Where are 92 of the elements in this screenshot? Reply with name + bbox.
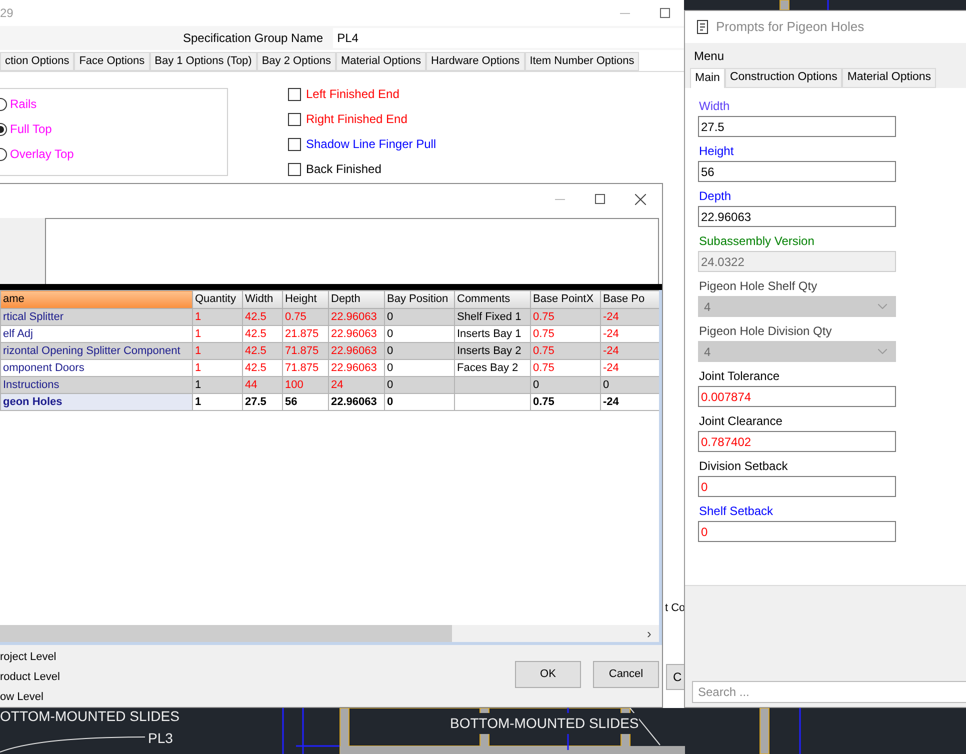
checkbox-label: Left Finished End [306, 86, 400, 103]
field-label: Joint Clearance [698, 413, 784, 430]
input-field[interactable]: 0.787402 [698, 431, 896, 452]
checkbox-label: Shadow Line Finger Pull [306, 136, 436, 153]
column-header[interactable]: Quantity [192, 290, 242, 308]
drawing-label: BOTTOM-MOUNTED SLIDES [450, 713, 639, 734]
column-header[interactable]: Height [282, 290, 328, 308]
field-value: 56 [701, 164, 714, 180]
field-label: Subassembly Version [698, 233, 816, 250]
table-row[interactable]: rizontal Opening Splitter Component 1 42.5 71.875 22.96063 0 Inserts Bay 2 0.75 -24 [0, 342, 659, 360]
level-option[interactable]: roduct Level [0, 667, 60, 687]
input-field[interactable]: 22.96063 [698, 206, 896, 227]
maximize-icon[interactable] [595, 194, 605, 204]
table-cell: 1 [192, 394, 242, 410]
tab[interactable]: Face Options [74, 52, 150, 71]
table-cell: 0 [384, 394, 454, 410]
field-value: 0.787402 [701, 434, 752, 450]
table-row[interactable]: geon Holes 1 27.5 56 22.96063 0 0.75 -24 [0, 394, 659, 410]
tab[interactable]: Material Options [842, 68, 936, 88]
document-icon [697, 20, 708, 34]
spec-group-field[interactable]: PL4 [333, 28, 684, 48]
input-field[interactable]: 0.007874 [698, 386, 896, 407]
field-label: Shelf Setback [698, 503, 774, 520]
radio-label: Rails [10, 96, 37, 113]
search-field[interactable]: Search ... [692, 681, 966, 703]
field-label: Division Setback [698, 458, 789, 475]
level-option[interactable]: ow Level [0, 687, 60, 707]
input-field[interactable]: 27.5 [698, 116, 896, 137]
checkbox-label: Right Finished End [306, 111, 408, 128]
tab[interactable]: Main [690, 68, 725, 88]
column-header[interactable]: Bay Position [384, 290, 454, 308]
checkbox[interactable] [288, 138, 301, 150]
table-cell: 27.5 [242, 394, 282, 410]
menu-item[interactable]: Menu [685, 45, 966, 67]
radio-label: Full Top [10, 121, 52, 138]
checkbox[interactable] [288, 162, 301, 176]
input-field[interactable]: 56 [698, 161, 896, 182]
dialog-button[interactable]: Cancel [593, 661, 659, 688]
close-icon[interactable] [635, 194, 646, 204]
scroll-right-arrow[interactable]: › [647, 625, 659, 642]
field-label: Height [698, 143, 735, 160]
level-option[interactable]: roject Level [0, 647, 60, 667]
tab[interactable]: Item Number Options [524, 52, 640, 71]
field-value: 4 [704, 344, 712, 360]
input-field[interactable]: 0 [698, 476, 896, 497]
column-header[interactable]: Base PointX [530, 290, 600, 308]
maximize-icon[interactable] [660, 8, 670, 18]
field-label: Specification Group Name [183, 30, 324, 47]
field-value: 24.0322 [701, 254, 744, 270]
tab[interactable]: Bay 2 Options [256, 52, 336, 71]
table-cell: geon Holes [0, 394, 192, 410]
field-label: Joint Tolerance [698, 368, 780, 385]
column-header[interactable]: Base Po [600, 290, 659, 308]
checkbox[interactable] [288, 112, 301, 126]
field-value: 0 [701, 478, 708, 496]
table-row[interactable]: rtical Splitter 1 42.5 0.75 22.96063 0 Shelf Fixed 1 0.75 -24 [0, 308, 659, 326]
column-header[interactable]: Comments [454, 290, 530, 308]
tab[interactable]: Material Options [336, 52, 426, 71]
input-field[interactable]: 0 [698, 521, 896, 542]
field-value: 0.007874 [701, 388, 752, 406]
tab[interactable]: Construction Options [724, 68, 842, 88]
table-cell: 0.75 [530, 394, 600, 410]
column-header[interactable]: Width [242, 290, 282, 308]
table-cell: 22.96063 [328, 394, 384, 410]
window-title: Prompts for Pigeon Holes [716, 18, 864, 36]
field-value: 4 [704, 298, 712, 316]
field-label: Depth [698, 188, 732, 205]
table-cell: 56 [282, 394, 328, 410]
chevron-down-icon [878, 349, 887, 354]
checkbox[interactable] [288, 88, 301, 100]
field-value: 0 [701, 524, 708, 540]
radio-label: Overlay Top [10, 146, 74, 163]
dialog-button[interactable]: OK [515, 661, 581, 688]
field-value: 22.96063 [701, 208, 752, 226]
checkbox-label: Back Finished [306, 161, 382, 178]
scrollbar-thumb[interactable] [0, 625, 452, 642]
column-header[interactable]: Depth [328, 290, 384, 308]
side-panel [0, 218, 45, 284]
field-value: 27.5 [701, 118, 724, 136]
table-row[interactable]: elf Adj 1 42.5 21.875 22.96063 0 Inserts Bay 1 0.75 -24 [0, 326, 659, 342]
window-title: 29 [0, 5, 14, 22]
field-label: Pigeon Hole Division Qty [698, 323, 833, 340]
field-label: Width [698, 98, 731, 115]
field-label: Pigeon Hole Shelf Qty [698, 278, 818, 295]
table-row[interactable]: omponent Doors 1 42.5 71.875 22.96063 0 Faces Bay 2 0.75 -24 [0, 360, 659, 376]
table-row[interactable]: Instructions 1 44 100 24 0 0 0 [0, 376, 659, 394]
side-button[interactable]: C [666, 664, 684, 690]
tab[interactable]: Hardware Options [426, 52, 525, 71]
tab[interactable]: ction Options [0, 52, 74, 71]
column-header[interactable]: ame [0, 290, 192, 308]
tab[interactable]: Bay 1 Options (Top) [150, 52, 257, 71]
chevron-down-icon [878, 304, 887, 309]
